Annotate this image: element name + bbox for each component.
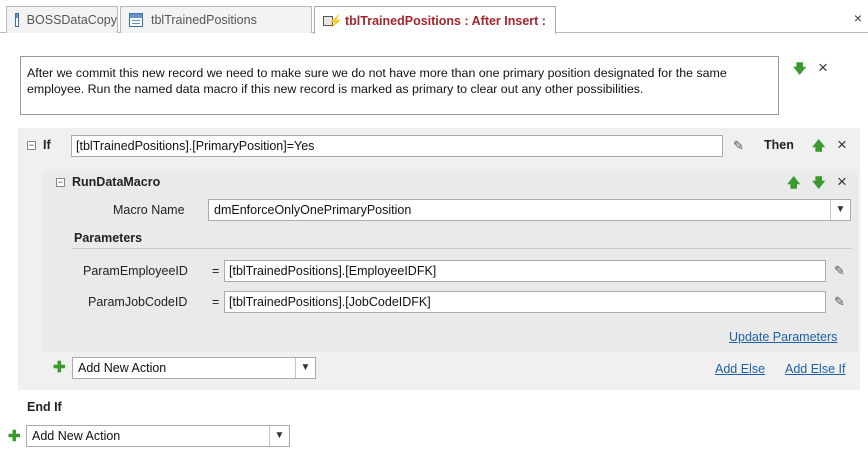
expression-builder-icon[interactable]: ✎: [733, 138, 744, 154]
expression-builder-icon[interactable]: ✎: [834, 294, 845, 310]
param-job-code-id-input[interactable]: [tblTrainedPositions].[JobCodeIDFK]: [224, 291, 826, 313]
param-employee-id-input[interactable]: [tblTrainedPositions].[EmployeeIDFK]: [224, 260, 826, 282]
parameters-divider: [72, 248, 852, 249]
macro-name-value: dmEnforceOnlyOnePrimaryPosition: [214, 203, 412, 217]
macro-name-select[interactable]: dmEnforceOnlyOnePrimaryPosition ▼: [208, 199, 851, 221]
add-new-action-select[interactable]: Add New Action ▼: [72, 357, 316, 379]
move-up-icon[interactable]: 🡅: [812, 139, 825, 153]
tab-label: tblTrainedPositions: [151, 13, 257, 27]
tab-bossdatacopy[interactable]: BOSSDataCopy: [6, 6, 118, 33]
move-down-icon[interactable]: 🡇: [812, 176, 825, 190]
chevron-down-icon[interactable]: ▼: [269, 426, 289, 446]
param-name: ParamJobCodeID: [88, 295, 188, 309]
database-icon: [15, 13, 19, 27]
delete-action-icon[interactable]: ×: [837, 173, 847, 190]
chevron-down-icon[interactable]: ▼: [295, 358, 315, 378]
table-icon: [129, 13, 143, 27]
tab-after-insert-macro[interactable]: ⚡ tblTrainedPositions : After Insert :: [314, 6, 556, 34]
chevron-down-icon[interactable]: ▼: [830, 200, 850, 220]
document-tab-strip: BOSSDataCopy tblTrainedPositions ⚡ tblTr…: [0, 0, 868, 34]
move-up-icon[interactable]: 🡅: [787, 176, 800, 190]
tab-label: BOSSDataCopy: [26, 13, 117, 27]
if-condition-input[interactable]: [tblTrainedPositions].[PrimaryPosition]=…: [71, 135, 723, 157]
add-action-plus-icon[interactable]: ✚: [53, 360, 66, 375]
close-icon[interactable]: ×: [854, 10, 862, 26]
add-else-link[interactable]: Add Else: [715, 362, 765, 376]
action-name: RunDataMacro: [72, 175, 161, 189]
tab-label: tblTrainedPositions : After Insert :: [345, 13, 546, 28]
macro-comment-box[interactable]: After we commit this new record we need …: [20, 56, 779, 115]
collapse-if-icon[interactable]: −: [27, 141, 36, 150]
data-macro-icon: ⚡: [323, 14, 343, 28]
add-else-if-link[interactable]: Add Else If: [785, 362, 845, 376]
move-down-icon[interactable]: 🡇: [793, 62, 806, 76]
add-new-action-placeholder: Add New Action: [32, 429, 121, 443]
expression-builder-icon[interactable]: ✎: [834, 263, 845, 279]
tab-tbltrainedpositions[interactable]: tblTrainedPositions: [120, 6, 312, 33]
collapse-action-icon[interactable]: −: [56, 178, 65, 187]
if-keyword: If: [43, 138, 51, 152]
delete-comment-icon[interactable]: ×: [818, 59, 828, 76]
end-if-keyword: End If: [27, 400, 62, 414]
add-new-action-select[interactable]: Add New Action ▼: [26, 425, 290, 447]
param-equals: =: [212, 264, 220, 278]
param-equals: =: [212, 295, 220, 309]
add-action-plus-icon[interactable]: ✚: [8, 429, 21, 444]
param-name: ParamEmployeeID: [83, 264, 188, 278]
then-keyword: Then: [764, 138, 794, 152]
parameters-heading: Parameters: [74, 231, 143, 245]
delete-if-icon[interactable]: ×: [837, 136, 847, 153]
macro-name-label: Macro Name: [113, 203, 185, 217]
update-parameters-link[interactable]: Update Parameters: [729, 330, 837, 344]
add-new-action-placeholder: Add New Action: [78, 361, 167, 375]
